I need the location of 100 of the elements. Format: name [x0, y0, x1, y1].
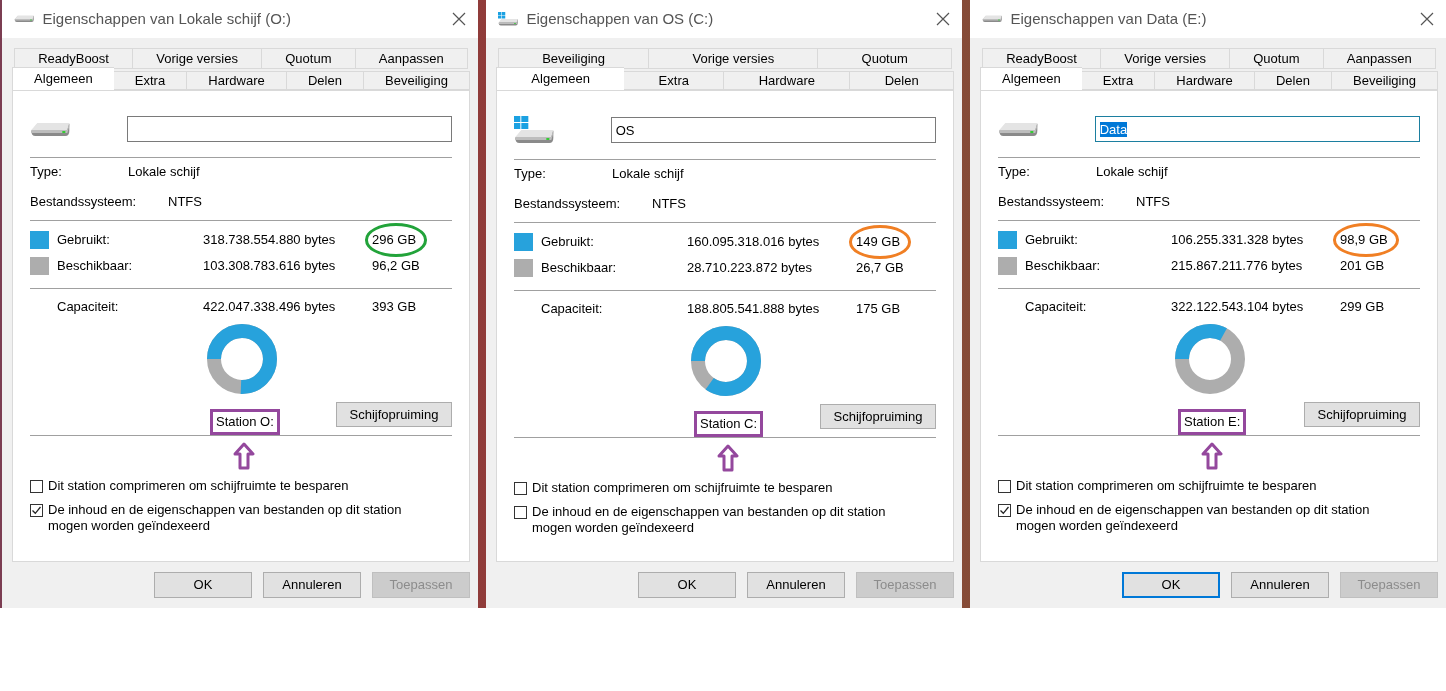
- dialog-button[interactable]: OK: [1122, 572, 1220, 598]
- tab[interactable]: Beveiliging: [1330, 71, 1439, 90]
- tab[interactable]: Delen: [285, 71, 363, 90]
- cleanup-button[interactable]: Schijfopruiming: [1304, 402, 1420, 427]
- tab[interactable]: ReadyBoost: [14, 48, 133, 69]
- tab[interactable]: Quotum: [1229, 48, 1323, 69]
- checkbox[interactable]: [998, 504, 1011, 517]
- drive-icon: [14, 15, 35, 23]
- size-value: 296 GB: [372, 230, 417, 250]
- size-value: 26,7 GB: [856, 259, 904, 278]
- usage-donut: [1174, 323, 1246, 395]
- checkbox[interactable]: [30, 480, 43, 493]
- tab[interactable]: Quotum: [261, 48, 355, 69]
- byte-count: 160.095.318.016 bytes: [687, 233, 821, 252]
- tab[interactable]: Beveiliging: [498, 48, 649, 69]
- tab[interactable]: Beveiliging: [362, 71, 471, 90]
- usage-label: Gebruikt:: [1025, 231, 1079, 250]
- field-label: Bestandssysteem:: [998, 193, 1106, 212]
- tab[interactable]: Aanpassen: [1322, 48, 1436, 69]
- size-value: 149 GB: [856, 232, 901, 252]
- field-value: Lokale schijf: [612, 165, 684, 184]
- usage-label: Capaciteit:: [1025, 298, 1088, 317]
- field-value: NTFS: [1136, 193, 1170, 212]
- tab[interactable]: Delen: [849, 71, 955, 90]
- tab[interactable]: Vorige versies: [648, 48, 818, 69]
- size-value: 175 GB: [856, 300, 901, 319]
- name-field[interactable]: [126, 116, 452, 142]
- system-drive-icon: [498, 12, 519, 26]
- dialog-button[interactable]: Annuleren: [1231, 572, 1329, 598]
- tab[interactable]: Hardware: [186, 71, 286, 90]
- tab[interactable]: Aanpassen: [354, 48, 468, 69]
- name-field[interactable]: Data: [1094, 116, 1420, 142]
- close-icon[interactable]: [452, 12, 466, 26]
- cleanup-button[interactable]: Schijfopruiming: [820, 404, 936, 429]
- tab[interactable]: Vorige versies: [132, 48, 262, 69]
- close-icon[interactable]: [936, 12, 950, 26]
- size-value: 98,9 GB: [1340, 230, 1388, 250]
- tab[interactable]: Algemeen: [496, 67, 625, 90]
- byte-count: 28.710.223.872 bytes: [687, 259, 814, 278]
- station-label: Station C:: [694, 411, 764, 437]
- byte-count: 188.805.541.888 bytes: [687, 300, 821, 319]
- field-value: Lokale schijf: [128, 163, 200, 182]
- usage-donut: [206, 323, 278, 395]
- checkbox-label: Dit station comprimeren om schijfruimte te besparen: [48, 478, 349, 494]
- size-value: 393 GB: [372, 298, 417, 317]
- dialog-button[interactable]: Annuleren: [747, 572, 845, 598]
- dialog-button[interactable]: OK: [154, 572, 252, 598]
- annotation-arrow: [1201, 442, 1223, 470]
- tab[interactable]: Extra: [623, 71, 724, 90]
- field-value: NTFS: [168, 193, 202, 212]
- tab[interactable]: Extra: [112, 71, 187, 90]
- system-drive-icon: [514, 116, 555, 144]
- usage-donut: [690, 325, 762, 397]
- tab[interactable]: Algemeen: [12, 67, 114, 90]
- cleanup-button[interactable]: Schijfopruiming: [336, 402, 452, 427]
- tab[interactable]: Delen: [1253, 71, 1331, 90]
- tab[interactable]: ReadyBoost: [982, 48, 1101, 69]
- byte-count: 422.047.338.496 bytes: [203, 298, 337, 317]
- checkbox-label: De inhoud en de eigenschappen van bestanden op dit station mogen worden geïndexeerd: [532, 504, 887, 536]
- tab[interactable]: Quotum: [817, 48, 952, 69]
- size-value: 201 GB: [1340, 257, 1385, 276]
- checkbox-label: De inhoud en de eigenschappen van bestanden op dit station mogen worden geïndexeerd: [1016, 502, 1371, 534]
- byte-count: 106.255.331.328 bytes: [1171, 231, 1305, 250]
- tab[interactable]: Hardware: [723, 71, 850, 90]
- drive-icon: [998, 121, 1039, 137]
- checkbox[interactable]: [514, 506, 527, 519]
- field-value: Lokale schijf: [1096, 163, 1168, 182]
- checkbox[interactable]: [30, 504, 43, 517]
- checkbox[interactable]: [514, 482, 527, 495]
- checkbox[interactable]: [998, 480, 1011, 493]
- dialog-button[interactable]: OK: [638, 572, 736, 598]
- byte-count: 103.308.783.616 bytes: [203, 257, 337, 276]
- drive-icon: [30, 121, 71, 137]
- usage-label: Beschikbaar:: [1025, 257, 1102, 276]
- window-title: Eigenschappen van OS (C:): [526, 8, 715, 29]
- window-title: Eigenschappen van Data (E:): [1010, 8, 1208, 29]
- station-label: Station E:: [1178, 409, 1247, 435]
- usage-label: Gebruikt:: [541, 233, 595, 252]
- field-label: Bestandssysteem:: [30, 193, 138, 212]
- usage-label: Beschikbaar:: [541, 259, 618, 278]
- tab[interactable]: Vorige versies: [1100, 48, 1230, 69]
- size-value: 96,2 GB: [372, 257, 420, 276]
- drive-icon: [982, 15, 1003, 23]
- name-field[interactable]: OS: [610, 117, 936, 143]
- tab[interactable]: Algemeen: [980, 67, 1082, 90]
- dialog-button[interactable]: Annuleren: [263, 572, 361, 598]
- tab[interactable]: Hardware: [1154, 71, 1254, 90]
- close-icon[interactable]: [1420, 12, 1434, 26]
- usage-label: Capaciteit:: [57, 298, 120, 317]
- station-label: Station O:: [210, 409, 280, 435]
- byte-count: 322.122.543.104 bytes: [1171, 298, 1305, 317]
- field-value: NTFS: [652, 195, 686, 214]
- annotation-arrow: [233, 442, 255, 470]
- tab[interactable]: Extra: [1080, 71, 1155, 90]
- size-value: 299 GB: [1340, 298, 1385, 317]
- checkbox-label: De inhoud en de eigenschappen van bestanden op dit station mogen worden geïndexeerd: [48, 502, 403, 534]
- byte-count: 215.867.211.776 bytes: [1171, 257, 1304, 276]
- checkbox-label: Dit station comprimeren om schijfruimte te besparen: [1016, 478, 1317, 494]
- field-label: Type:: [514, 165, 547, 184]
- byte-count: 318.738.554.880 bytes: [203, 231, 337, 250]
